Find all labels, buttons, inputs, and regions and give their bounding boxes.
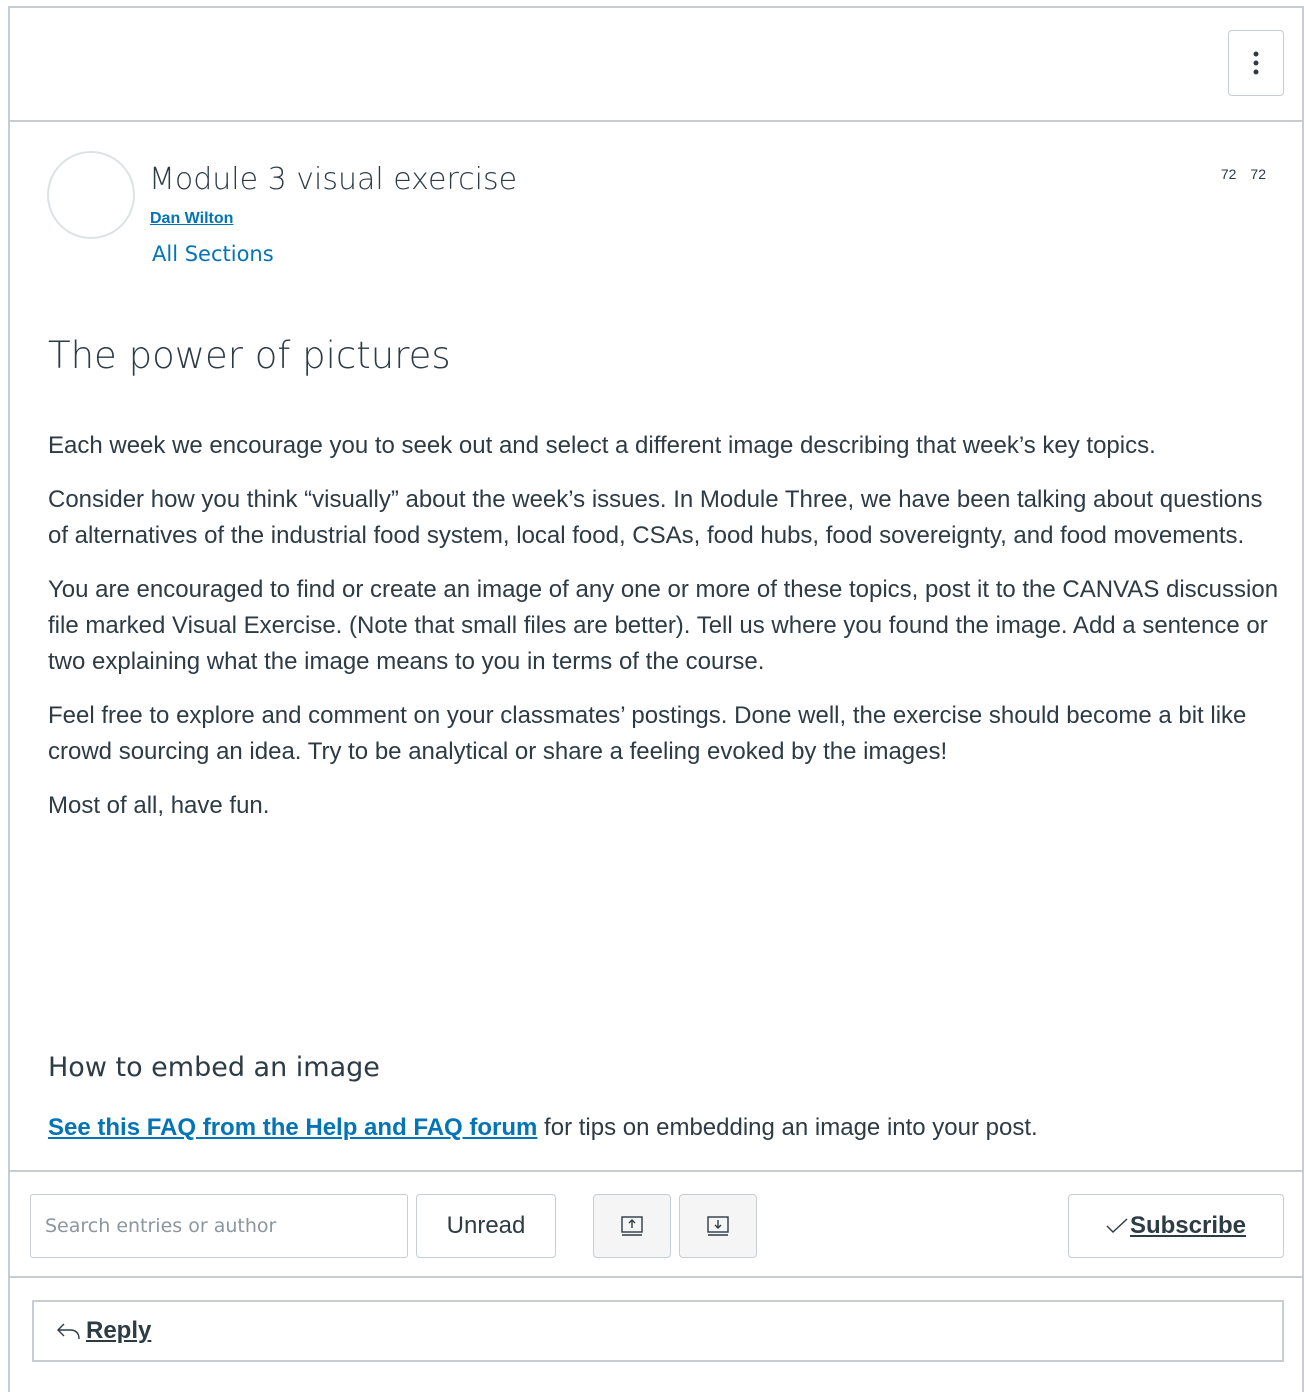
topic-title: Module 3 visual exercise <box>149 162 518 197</box>
post-paragraph: You are encouraged to find or create an … <box>48 576 1279 675</box>
discussion-frame: Module 3 visual exercise Dan Wilton All … <box>8 6 1304 1392</box>
post-title: The power of pictures <box>48 334 451 377</box>
post-paragraph: Consider how you think “visually” about … <box>48 486 1263 549</box>
faq-rest-text: for tips on embedding an image into your… <box>537 1114 1038 1141</box>
embed-subheading: How to embed an image <box>48 1052 380 1083</box>
post-paragraph: Most of all, have fun. <box>48 792 270 819</box>
post-paragraph: Feel free to explore and comment on your… <box>48 702 1247 765</box>
discussion-top-bar <box>10 8 1302 122</box>
discussion-options-button[interactable] <box>1228 30 1284 96</box>
count-b: 72 <box>1250 166 1266 182</box>
faq-line: See this FAQ from the Help and FAQ forum… <box>48 1114 1038 1142</box>
reply-label: Reply <box>86 1317 152 1344</box>
sections-label[interactable]: All Sections <box>152 242 274 266</box>
author-link[interactable]: Dan Wilton <box>150 210 233 228</box>
count-a: 72 <box>1220 166 1237 182</box>
sort-descending-button[interactable] <box>679 1194 757 1258</box>
sort-descending-icon <box>707 1216 729 1236</box>
unread-filter-button[interactable]: Unread <box>416 1194 556 1258</box>
subscribe-button[interactable]: Subscribe <box>1068 1194 1284 1258</box>
sort-ascending-button[interactable] <box>593 1194 671 1258</box>
subscribe-label: Subscribe <box>1129 1212 1247 1239</box>
author-avatar[interactable] <box>47 151 135 239</box>
search-input[interactable] <box>30 1194 408 1258</box>
post-paragraph: Each week we encourage you to seek out a… <box>48 432 1156 459</box>
topic-header: Module 3 visual exercise Dan Wilton All … <box>10 124 1302 266</box>
kebab-vertical-icon <box>1253 51 1259 75</box>
faq-link[interactable]: See this FAQ from the Help and FAQ forum <box>48 1114 537 1141</box>
sort-ascending-icon <box>621 1216 643 1236</box>
checkmark-icon <box>1106 1218 1128 1233</box>
reply-button[interactable]: Reply <box>32 1300 1284 1362</box>
reply-counts: 72 72 <box>1207 166 1266 182</box>
post-body: Each week we encourage you to seek out a… <box>48 428 1288 824</box>
discussion-toolbar: Unread Subscribe <box>10 1170 1302 1278</box>
reply-arrow-icon <box>57 1323 80 1340</box>
